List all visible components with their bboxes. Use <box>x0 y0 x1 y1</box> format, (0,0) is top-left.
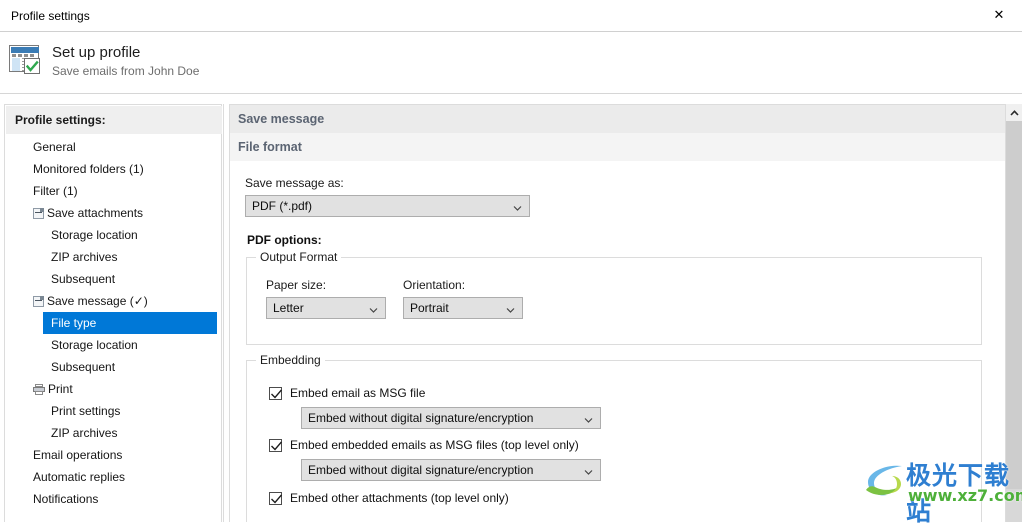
sidebar-header-label: Profile settings: <box>15 113 106 127</box>
collapse-box-icon[interactable] <box>33 207 44 219</box>
sidebar: Profile settings: General Monitored folde… <box>4 104 222 522</box>
sidebar-list: General Monitored folders (1) Filter (1) Sa… <box>5 136 223 510</box>
check-badge-icon <box>24 58 40 74</box>
sidebar-item-zip-archives[interactable]: ZIP archives <box>5 422 223 444</box>
sidebar-item-label: Subsequent <box>51 272 116 286</box>
embed-embedded-emails-checkbox[interactable] <box>269 438 282 452</box>
sidebar-item-label: Save attachments <box>47 206 144 220</box>
sidebar-item-filter-1[interactable]: Filter (1) <box>5 180 223 202</box>
sidebar-header: Profile settings: <box>6 106 222 134</box>
sidebar-item-label: Notifications <box>33 492 99 506</box>
chevron-down-icon <box>513 202 522 211</box>
embedding-groupbox: Embedding Embed email as MSG file Embed … <box>246 353 982 522</box>
sidebar-item-print-settings[interactable]: Print settings <box>5 400 223 422</box>
sidebar-item-monitored-folders-1[interactable]: Monitored folders (1) <box>5 158 223 180</box>
sidebar-item-label: ZIP archives <box>51 250 118 264</box>
orientation-combo[interactable]: Portrait <box>403 297 523 319</box>
sidebar-item-subsequent[interactable]: Subsequent <box>5 268 223 290</box>
sidebar-item-subsequent[interactable]: Subsequent <box>5 356 223 378</box>
sidebar-item-email-operations[interactable]: Email operations <box>5 444 223 466</box>
close-icon: ✕ <box>993 8 1005 23</box>
orientation-value: Portrait <box>410 301 449 315</box>
paper-size-combo[interactable]: Letter <box>266 297 386 319</box>
chevron-up-icon <box>1009 109 1019 116</box>
embed-email-as-msg-row[interactable]: Embed email as MSG file <box>269 386 425 400</box>
output-format-groupbox: Output Format Paper size: Letter Orienta… <box>246 250 982 345</box>
sidebar-item-label: Print <box>48 382 73 396</box>
sidebar-item-notifications[interactable]: Notifications <box>5 488 223 510</box>
sidebar-item-save-attachments[interactable]: Save attachments <box>5 202 223 224</box>
sidebar-item-label: Storage location <box>51 228 138 242</box>
embed-email-as-msg-label: Embed email as MSG file <box>290 386 426 400</box>
sidebar-item-file-type[interactable]: File type <box>5 312 223 334</box>
sidebar-item-label: Print settings <box>51 404 121 418</box>
orientation-label: Orientation: <box>403 278 466 292</box>
title-bar: Profile settings ✕ <box>0 0 1022 32</box>
embed-other-attachments-row[interactable]: Embed other attachments (top level only) <box>269 491 509 505</box>
banner-title: Set up profile <box>52 44 141 61</box>
sidebar-item-label: Automatic replies <box>33 470 126 484</box>
embed-embedded-signature-value: Embed without digital signature/encrypti… <box>308 463 534 477</box>
banner-subtitle: Save emails from John Doe <box>52 64 200 78</box>
section-band-save-message: Save message <box>230 105 1005 133</box>
scroll-up-button[interactable] <box>1006 104 1022 121</box>
embed-email-as-msg-checkbox[interactable] <box>269 386 282 400</box>
banner <box>0 32 1022 94</box>
save-message-as-value: PDF (*.pdf) <box>252 199 313 213</box>
save-message-as-combo[interactable]: PDF (*.pdf) <box>245 195 530 217</box>
embed-embedded-emails-label: Embed embedded emails as MSG files (top … <box>290 438 579 452</box>
embed-embedded-signature-combo[interactable]: Embed without digital signature/encrypti… <box>301 459 601 481</box>
embed-email-signature-value: Embed without digital signature/encrypti… <box>308 411 534 425</box>
collapse-box-icon[interactable] <box>33 295 44 307</box>
chevron-down-icon <box>584 466 593 475</box>
printer-icon <box>33 383 45 395</box>
profile-setup-icon <box>9 45 43 77</box>
pdf-options-label: PDF options: <box>247 233 322 247</box>
sidebar-item-label: ZIP archives <box>51 426 118 440</box>
vertical-scrollbar[interactable] <box>1005 104 1022 522</box>
embed-embedded-emails-row[interactable]: Embed embedded emails as MSG files (top … <box>269 438 579 452</box>
banner-separator <box>0 93 1022 94</box>
panel-splitter[interactable] <box>223 104 224 522</box>
sidebar-item-label: Filter (1) <box>33 184 78 198</box>
sidebar-item-label: Save message (✓) <box>47 294 148 308</box>
sidebar-item-automatic-replies[interactable]: Automatic replies <box>5 466 223 488</box>
content-panel: Save message File format Save message as… <box>229 104 1005 522</box>
embedding-legend: Embedding <box>256 353 325 367</box>
embed-other-attachments-label: Embed other attachments (top level only) <box>290 491 509 505</box>
sidebar-item-storage-location[interactable]: Storage location <box>5 224 223 246</box>
output-format-legend: Output Format <box>256 250 342 264</box>
sidebar-item-label: File type <box>51 316 97 330</box>
sidebar-item-print[interactable]: Print <box>5 378 223 400</box>
sidebar-item-general[interactable]: General <box>5 136 223 158</box>
chevron-down-icon <box>506 304 515 313</box>
scroll-thumb[interactable] <box>1006 121 1022 489</box>
sidebar-item-label: Subsequent <box>51 360 116 374</box>
section-band-file-format: File format <box>230 133 1005 161</box>
sidebar-item-save-message[interactable]: Save message (✓) <box>5 290 223 312</box>
window-title: Profile settings <box>11 9 90 23</box>
sidebar-item-label: Monitored folders (1) <box>33 162 144 176</box>
section-title-primary: Save message <box>238 112 325 126</box>
chevron-down-icon <box>584 414 593 423</box>
paper-size-label: Paper size: <box>266 278 327 292</box>
save-message-as-label: Save message as: <box>245 176 344 190</box>
section-title-secondary: File format <box>238 140 302 154</box>
sidebar-item-storage-location[interactable]: Storage location <box>5 334 223 356</box>
embed-email-signature-combo[interactable]: Embed without digital signature/encrypti… <box>301 407 601 429</box>
sidebar-item-label: Storage location <box>51 338 138 352</box>
chevron-down-icon <box>369 304 378 313</box>
paper-size-value: Letter <box>273 301 304 315</box>
embed-other-attachments-checkbox[interactable] <box>269 491 282 505</box>
sidebar-item-label: Email operations <box>33 448 123 462</box>
close-button[interactable]: ✕ <box>976 0 1022 31</box>
profile-settings-window: Profile settings ✕ Set up profile Save e… <box>0 0 1022 526</box>
sidebar-item-zip-archives[interactable]: ZIP archives <box>5 246 223 268</box>
sidebar-item-label: General <box>33 140 76 154</box>
